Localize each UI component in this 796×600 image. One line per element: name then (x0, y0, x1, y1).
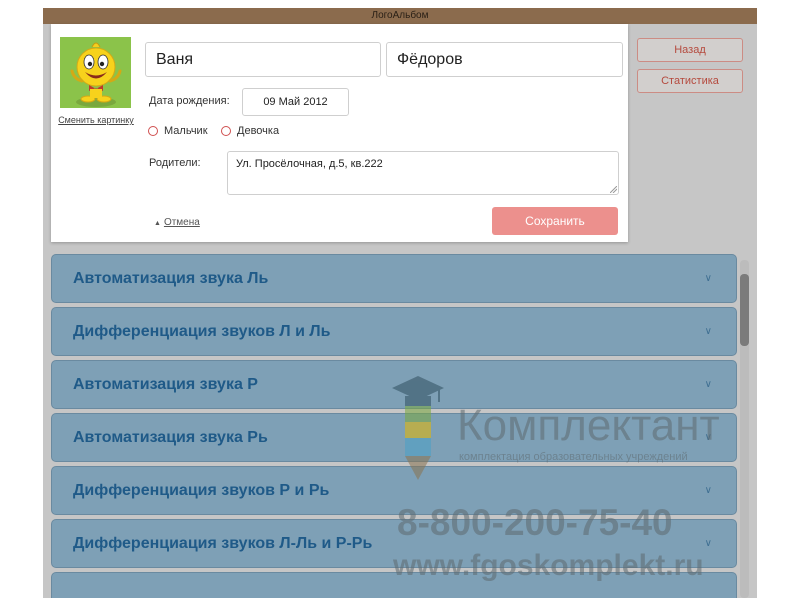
radio-label: Девочка (237, 125, 280, 137)
birthdate-input[interactable] (242, 88, 349, 116)
child-profile-dialog: Сменить картинку Дата рождения: Мальчик … (51, 24, 628, 242)
radio-label: Мальчик (164, 125, 208, 137)
resize-grip-icon[interactable] (610, 186, 617, 193)
section-item[interactable]: Дифференциация звуков Л-Ль и Р-Рь ∨ (51, 519, 737, 568)
chevron-down-icon: ∨ (704, 379, 712, 390)
section-title: Автоматизация звука Рь (73, 429, 268, 446)
birthdate-label: Дата рождения: (149, 95, 230, 107)
section-item[interactable]: Автоматизация звука Ль ∨ (51, 254, 737, 303)
section-item[interactable]: Дифференциация звуков Л и Ль ∨ (51, 307, 737, 356)
section-item[interactable]: Дифференциация звуков Р и Рь ∨ (51, 466, 737, 515)
radio-circle-icon (221, 126, 231, 136)
avatar[interactable] (60, 37, 131, 108)
statistics-button[interactable]: Статистика (637, 69, 743, 93)
caret-up-icon: ▲ (154, 220, 161, 227)
section-title: Дифференциация звуков Л-Ль и Р-Рь (73, 535, 373, 552)
section-title: Автоматизация звука Р (73, 376, 258, 393)
parents-textarea[interactable]: Ул. Просёлочная, д.5, кв.222 (227, 151, 619, 195)
chevron-down-icon: ∨ (704, 432, 712, 443)
first-name-input[interactable] (145, 42, 381, 77)
section-title: Автоматизация звука Ль (73, 270, 269, 287)
chevron-down-icon: ∨ (704, 273, 712, 284)
scrollbar-thumb[interactable] (740, 274, 749, 346)
section-title: Дифференциация звуков Р и Рь (73, 482, 330, 499)
section-item-partial[interactable] (51, 572, 737, 598)
sections-accordion: Автоматизация звука Ль ∨ Дифференциация … (51, 254, 737, 598)
parents-label: Родители: (149, 157, 201, 169)
chevron-down-icon: ∨ (704, 326, 712, 337)
change-picture-link[interactable]: Сменить картинку (53, 115, 139, 125)
gender-radio-boy[interactable]: Мальчик (148, 123, 208, 139)
save-button[interactable]: Сохранить (492, 207, 618, 235)
title-bar: ЛогоАльбом (43, 8, 757, 24)
last-name-input[interactable] (386, 42, 623, 77)
cancel-link[interactable]: ▲ Отмена (154, 217, 200, 228)
section-item[interactable]: Автоматизация звука Рь ∨ (51, 413, 737, 462)
section-item[interactable]: Автоматизация звука Р ∨ (51, 360, 737, 409)
back-button[interactable]: Назад (637, 38, 743, 62)
cancel-link-label: Отмена (163, 217, 200, 228)
section-title: Дифференциация звуков Л и Ль (73, 323, 331, 340)
smiley-character-icon (60, 37, 131, 108)
radio-circle-icon (148, 126, 158, 136)
chevron-down-icon: ∨ (704, 485, 712, 496)
chevron-down-icon: ∨ (704, 538, 712, 549)
scrollbar[interactable] (740, 260, 749, 598)
gender-radio-girl[interactable]: Девочка (221, 123, 279, 139)
